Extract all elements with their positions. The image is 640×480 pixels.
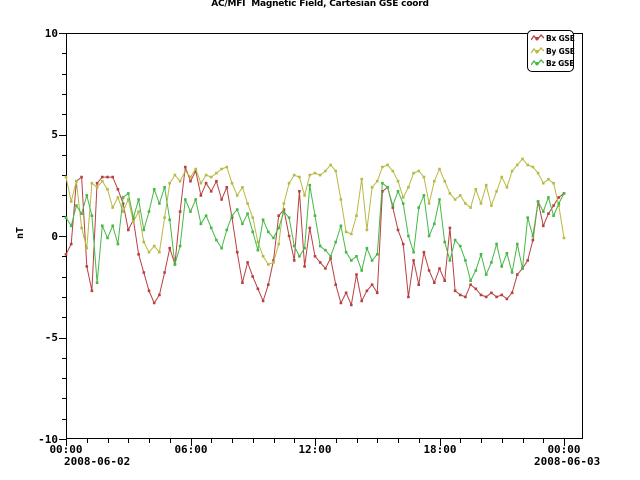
legend-label-bx: Bx GSE [546, 34, 575, 43]
x-tick-label-0600: 06:00 [169, 444, 213, 455]
plot-title: AC/MFI Magnetic Field, Cartesian GSE coo… [0, 0, 640, 9]
x-date-label-end: 2008-06-03 [534, 456, 600, 467]
y-tick-label-5: 5 [30, 129, 58, 140]
x-tick-label-0000-start: 00:00 [44, 444, 88, 455]
y-tick-label-neg5: -5 [30, 332, 58, 343]
x-tick-label-1200: 12:00 [293, 444, 337, 455]
bz-line-sample-icon [531, 59, 544, 68]
x-tick-label-1800: 18:00 [418, 444, 462, 455]
by-line-sample-icon [531, 47, 544, 56]
chart-canvas [0, 0, 640, 480]
y-axis-label: nT [16, 218, 26, 248]
legend-label-bz: Bz GSE [546, 59, 574, 68]
x-tick-label-0000-end: 00:00 [542, 444, 586, 455]
magnetic-field-plot: AC/MFI Magnetic Field, Cartesian GSE coo… [0, 0, 640, 480]
legend-entry-bz: Bz GSE [531, 57, 573, 70]
legend-entry-bx: Bx GSE [531, 32, 573, 45]
legend-entry-by: By GSE [531, 45, 573, 58]
legend-label-by: By GSE [546, 47, 575, 56]
legend: Bx GSE By GSE Bz GSE [527, 30, 574, 72]
bx-line-sample-icon [531, 34, 544, 43]
y-tick-label-10: 10 [30, 28, 58, 39]
x-date-label-start: 2008-06-02 [64, 456, 130, 467]
y-tick-label-0: 0 [30, 231, 58, 242]
